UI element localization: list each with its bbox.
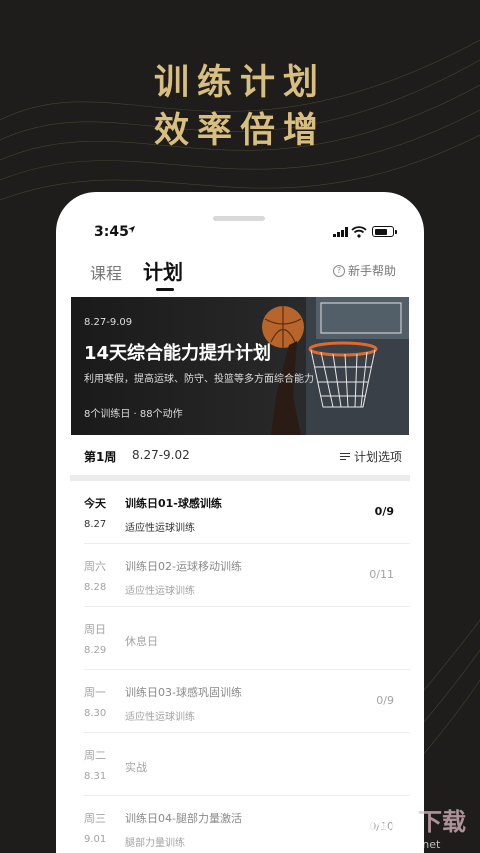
row-date: 9.01 (84, 834, 107, 845)
promo-headline-line2: 效率倍增 (153, 111, 326, 151)
training-day-row[interactable]: 今天 8.27 训练日01-球感训练 适应性运球训练 0/9 (84, 481, 410, 544)
question-circle-icon: ? (332, 264, 345, 277)
row-date: 8.30 (84, 708, 107, 719)
svg-text:下载: 下载 (418, 808, 466, 836)
row-title: 训练日04-腿部力量激活 (125, 812, 242, 825)
row-day: 周三 (84, 812, 106, 825)
row-day: 今天 (84, 497, 106, 510)
tab-courses[interactable]: 课程 (90, 260, 122, 284)
banner-meta: 8个训练日 · 88个动作 (84, 409, 183, 420)
row-day: 周日 (84, 623, 106, 636)
status-time: 3:45 (94, 224, 129, 240)
help-button[interactable]: ? 新手帮助 (332, 262, 396, 279)
kk-download-watermark-logo: KK 下载 www.kkx.net (366, 803, 466, 851)
tab-active-indicator (156, 288, 174, 291)
row-title: 训练日02-运球移动训练 (125, 560, 242, 573)
row-date: 8.29 (84, 645, 107, 656)
row-progress: 0/9 (376, 694, 394, 707)
location-arrow-icon (127, 225, 136, 234)
cellular-signal-icon (333, 227, 348, 237)
svg-text:www.kkx.net: www.kkx.net (370, 838, 441, 851)
tab-bar: 课程 计划 ? 新手帮助 (70, 256, 410, 296)
row-subtitle: 腿部力量训练 (125, 838, 185, 849)
row-subtitle: 适应性运球训练 (125, 523, 195, 534)
row-day: 周一 (84, 686, 106, 699)
row-subtitle: 适应性运球训练 (125, 586, 195, 597)
row-subtitle: 适应性运球训练 (125, 712, 195, 723)
banner-date-range: 8.27-9.09 (84, 317, 133, 328)
rest-day-row[interactable]: 周日 8.29 休息日 (84, 607, 410, 670)
row-rest-label: 休息日 (125, 635, 158, 648)
banner-title: 14天综合能力提升计划 (84, 343, 272, 364)
training-day-row[interactable]: 周六 8.28 训练日02-运球移动训练 适应性运球训练 0/11 (84, 544, 410, 607)
tab-plan[interactable]: 计划 (143, 256, 183, 285)
phone-speaker (213, 216, 265, 221)
week-range: 8.27-9.02 (132, 448, 190, 462)
row-progress: 0/11 (369, 568, 394, 581)
row-title: 训练日03-球感巩固训练 (125, 686, 242, 699)
row-date: 8.27 (84, 519, 107, 530)
help-label: 新手帮助 (347, 264, 396, 278)
week-header: 第1周 8.27-9.02 计划选项 (70, 435, 410, 475)
row-date: 8.31 (84, 771, 107, 782)
training-day-row[interactable]: 周一 8.30 训练日03-球感巩固训练 适应性运球训练 0/9 (84, 670, 410, 733)
plan-banner[interactable]: 8.27-9.09 14天综合能力提升计划 利用寒假，提高运球、防守、投篮等多方… (71, 297, 409, 435)
row-progress: 0/9 (374, 505, 394, 518)
row-date: 8.28 (84, 582, 107, 593)
phone-frame: 3:45 课程 计划 ? 新手帮助 8.27-9.09 14天综合能力提升计划 … (56, 192, 424, 853)
promo-headline-line1: 训练计划 (153, 63, 326, 103)
wifi-icon (351, 226, 367, 238)
banner-subtitle: 利用寒假，提高运球、防守、投篮等多方面综合能力 (84, 374, 314, 385)
row-rest-label: 实战 (125, 761, 147, 774)
battery-icon (372, 226, 397, 237)
app-screen: 3:45 课程 计划 ? 新手帮助 8.27-9.09 14天综合能力提升计划 … (70, 208, 410, 853)
training-day-list: 今天 8.27 训练日01-球感训练 适应性运球训练 0/9 周六 8.28 训… (70, 481, 410, 853)
row-day: 周二 (84, 749, 106, 762)
list-menu-icon (339, 452, 350, 461)
row-title: 训练日01-球感训练 (125, 497, 222, 510)
match-day-row[interactable]: 周二 8.31 实战 (84, 733, 410, 796)
plan-options-button[interactable]: 计划选项 (339, 448, 402, 465)
week-label: 第1周 (84, 450, 117, 464)
svg-text:KK: KK (366, 803, 414, 838)
row-day: 周六 (84, 560, 106, 573)
plan-options-label: 计划选项 (353, 450, 402, 464)
